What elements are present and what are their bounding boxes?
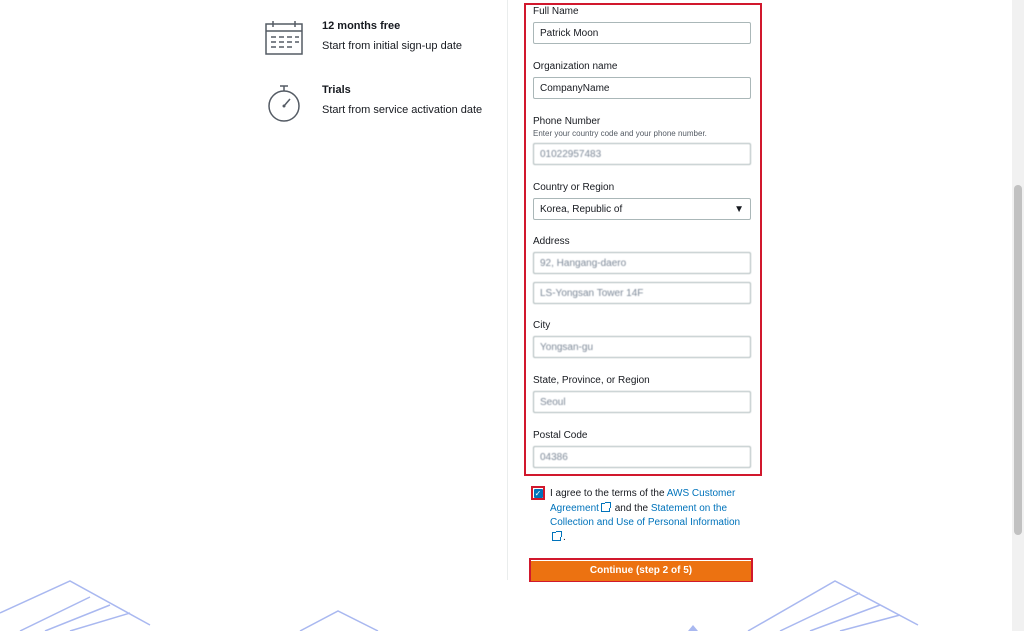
page-scrollbar[interactable] <box>1012 0 1024 631</box>
info-subtitle: Start from service activation date <box>322 104 483 116</box>
country-select[interactable]: Korea, Republic of ▼ <box>533 198 751 220</box>
info-title: Trials <box>322 84 351 96</box>
agreement-prefix: I agree to the terms of the <box>550 488 665 499</box>
state-label: State, Province, or Region <box>533 375 650 386</box>
phone-field[interactable] <box>533 143 751 165</box>
state-field[interactable] <box>533 391 751 413</box>
full-name-label: Full Name <box>533 6 579 17</box>
address-label: Address <box>533 236 570 247</box>
address-line1-field[interactable] <box>533 252 751 274</box>
organization-field[interactable] <box>533 77 751 99</box>
info-trials: Trials Start from service activation dat… <box>264 84 482 124</box>
full-name-field[interactable] <box>533 22 751 44</box>
info-12-months: 12 months free Start from initial sign-u… <box>264 20 462 60</box>
agreement-text: I agree to the terms of the AWS Customer… <box>550 487 755 545</box>
postal-code-field[interactable] <box>533 446 751 468</box>
info-title: 12 months free <box>322 20 401 32</box>
city-label: City <box>533 320 551 331</box>
column-divider <box>507 0 508 580</box>
decorative-background-shapes <box>0 580 919 631</box>
phone-label: Phone Number <box>533 116 601 127</box>
scrollbar-thumb[interactable] <box>1014 185 1022 535</box>
agreement-middle: and the <box>614 502 649 514</box>
agreement-checkbox[interactable]: ✓ <box>533 488 543 498</box>
city-field[interactable] <box>533 336 751 358</box>
info-subtitle: Start from initial sign-up date <box>322 40 463 52</box>
address-line2-field[interactable] <box>533 282 751 304</box>
organization-label: Organization name <box>533 61 618 72</box>
phone-help-text: Enter your country code and your phone n… <box>533 129 707 138</box>
external-link-icon[interactable] <box>552 530 562 541</box>
calendar-icon <box>265 21 303 55</box>
external-link-icon[interactable] <box>600 501 611 512</box>
country-label: Country or Region <box>533 182 615 193</box>
agreement-suffix: . <box>563 531 566 543</box>
stopwatch-icon <box>268 85 300 122</box>
country-selected-value: Korea, Republic of <box>540 203 623 215</box>
agreement-checkbox-highlight: ✓ <box>531 486 545 500</box>
postal-code-label: Postal Code <box>533 430 588 441</box>
caret-down-icon: ▼ <box>734 203 744 215</box>
